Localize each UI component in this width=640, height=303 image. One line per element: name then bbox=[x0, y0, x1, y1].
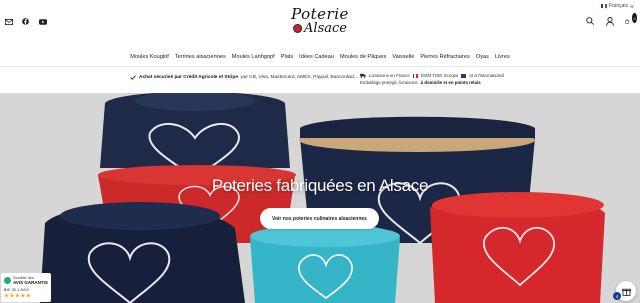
reviews-stars bbox=[4, 293, 48, 298]
header-tools: 0 bbox=[585, 13, 637, 26]
nav-item-idees-cadeau[interactable]: Idées Cadeau bbox=[299, 54, 334, 60]
french-flag-icon bbox=[600, 4, 607, 8]
social-links bbox=[4, 17, 47, 26]
mail-icon[interactable] bbox=[4, 17, 13, 26]
hero-banner: Poteries fabriquées en Alsace Voir nos p… bbox=[0, 93, 640, 303]
youtube-icon[interactable] bbox=[38, 17, 47, 26]
main-nav: Moules Kouglof Terrines alsaciennes Moul… bbox=[0, 47, 640, 67]
shipping-dom-europe: DOM TOM, Europe bbox=[420, 73, 459, 78]
language-selector[interactable]: Français bbox=[600, 3, 634, 9]
hero-cta-button[interactable]: Voir nos poteries culinaires alsaciennes bbox=[260, 208, 379, 229]
reviews-score: 5.0 bbox=[4, 287, 10, 292]
info-bar: Achat sécurisé par Crédit Agricole et St… bbox=[0, 68, 640, 93]
shipping-delivery: à domicile et en points relais bbox=[420, 80, 481, 85]
nav-item-pierres[interactable]: Pierres Réfractaires bbox=[420, 54, 469, 60]
nav-item-vaisselle[interactable]: Vaisselle bbox=[392, 54, 414, 60]
nav-item-livres[interactable]: Livres bbox=[495, 54, 510, 60]
star-icon bbox=[15, 293, 20, 298]
secure-payment-rest: par CB, Visa, Mastercard, AMEX, Paypal, … bbox=[241, 75, 359, 80]
reviews-logo-icon bbox=[4, 276, 11, 284]
star-icon bbox=[20, 293, 26, 298]
flower-icon bbox=[293, 24, 303, 33]
logo-line2: Alsace bbox=[291, 22, 349, 35]
star-icon bbox=[9, 293, 15, 298]
shipping-packaging: Emballage protégé, livraisons bbox=[360, 80, 418, 85]
logo-line1: Poterie bbox=[291, 5, 349, 23]
floating-widget-button[interactable]: 4 bbox=[613, 281, 636, 301]
cart-count-badge: 0 bbox=[632, 13, 637, 23]
reviews-title: AVIS GARANTIS bbox=[13, 280, 48, 285]
shipping-international: et à l'international bbox=[469, 73, 504, 78]
reviews-badge[interactable]: Société des AVIS GARANTIS 5.0 30.1 AVIS bbox=[1, 273, 51, 302]
logo-line2-text: Alsace bbox=[304, 21, 347, 36]
secure-payment-note: Achat sécurisé par Crédit Agricole et St… bbox=[130, 75, 359, 80]
chevron-down-icon bbox=[630, 4, 634, 8]
shipping-note: Livraisons en France DOM TOM, Europe et … bbox=[360, 72, 504, 86]
hero-title: Poteries fabriquées en Alsace bbox=[211, 176, 429, 195]
nav-item-moules-lanhgopf[interactable]: Moules Lanhgopf bbox=[232, 54, 275, 60]
site-header: Poterie Alsace Français 0 bbox=[0, 0, 640, 47]
nav-item-moules-paques[interactable]: Moules de Pâques bbox=[340, 54, 386, 60]
site-logo[interactable]: Poterie Alsace bbox=[291, 6, 349, 35]
nav-item-moules-kouglof[interactable]: Moules Kouglof bbox=[130, 54, 169, 60]
star-icon bbox=[4, 293, 9, 298]
hero-pottery-image bbox=[0, 93, 640, 303]
nav-item-oyas[interactable]: Oyas bbox=[476, 54, 489, 60]
facebook-icon[interactable] bbox=[21, 17, 30, 26]
nav-item-terrines[interactable]: Terrines alsaciennes bbox=[175, 54, 226, 60]
language-label: Français bbox=[608, 3, 628, 9]
gift-icon bbox=[621, 288, 631, 296]
secure-payment-bold: Achat sécurisé par Crédit Agricole et St… bbox=[139, 75, 238, 80]
search-icon[interactable] bbox=[585, 16, 594, 26]
reviews-count: 30.1 AVIS bbox=[11, 287, 30, 292]
check-icon bbox=[130, 75, 136, 80]
truck-icon bbox=[360, 73, 366, 78]
account-icon[interactable] bbox=[605, 16, 614, 26]
eu-flag-icon bbox=[461, 73, 467, 78]
nav-item-plats[interactable]: Plats bbox=[281, 54, 293, 60]
shipping-france: Livraisons en France bbox=[369, 73, 410, 78]
floating-widget-count: 4 bbox=[613, 292, 621, 300]
cart-icon[interactable]: 0 bbox=[625, 13, 637, 26]
star-icon bbox=[26, 293, 31, 298]
french-flag-icon bbox=[412, 73, 418, 78]
